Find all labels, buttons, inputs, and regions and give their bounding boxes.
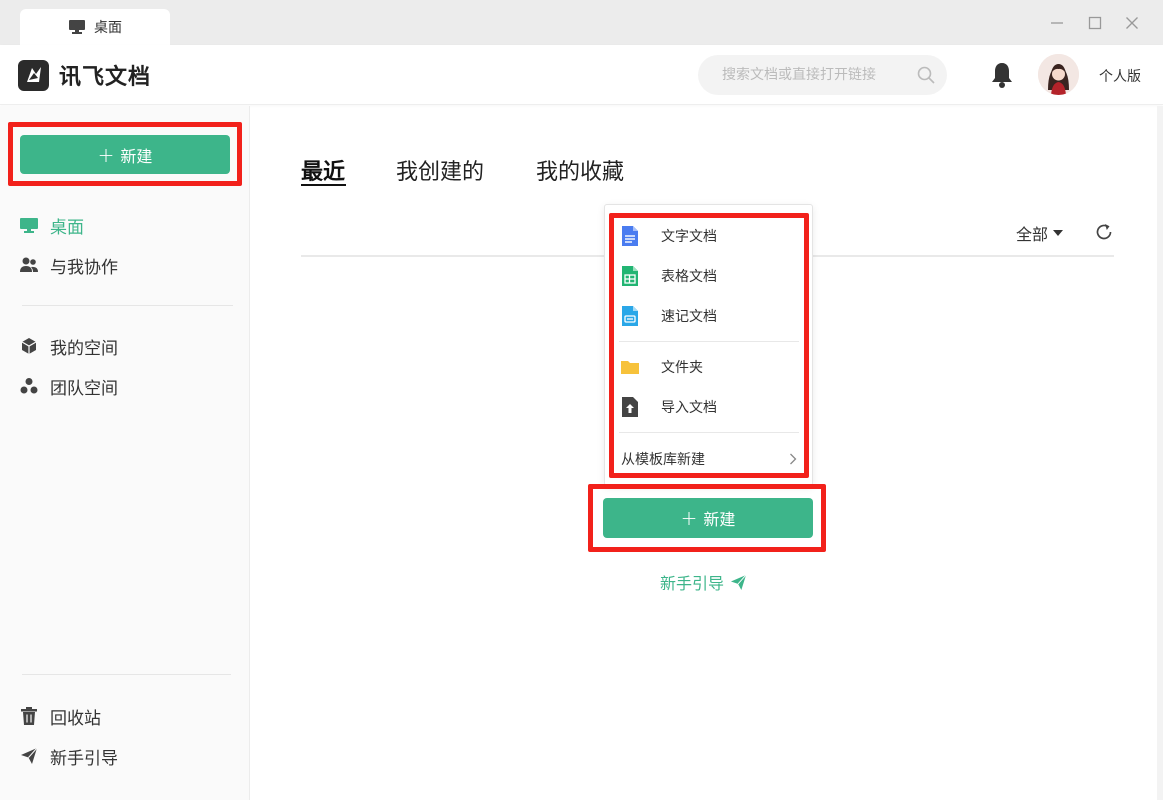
sidebar-item-label: 与我协作 xyxy=(50,257,118,278)
guide-link-label: 新手引导 xyxy=(660,574,725,593)
close-button[interactable] xyxy=(1122,13,1142,33)
sidebar-item-label: 回收站 xyxy=(50,708,101,729)
plus-icon: + xyxy=(680,506,698,530)
highlight-box-menu xyxy=(609,213,809,478)
maximize-icon xyxy=(1088,16,1102,30)
monitor-icon xyxy=(20,218,38,233)
filter-label: 全部 xyxy=(1016,225,1049,244)
app-logo[interactable]: 讯飞文档 xyxy=(18,59,151,91)
search-icon[interactable] xyxy=(916,65,936,85)
monitor-icon xyxy=(69,20,85,34)
main-new-button-label: 新建 xyxy=(703,510,736,529)
main-new-button[interactable]: + 新建 xyxy=(603,498,813,538)
refresh-icon[interactable] xyxy=(1094,222,1114,242)
title-bar: 桌面 xyxy=(0,0,1163,45)
users-icon xyxy=(20,257,38,272)
caret-down-icon xyxy=(1053,230,1064,236)
sidebar-new-button[interactable]: + 新建 xyxy=(20,135,230,174)
scrollbar[interactable] xyxy=(1157,106,1163,800)
logo-mark-icon xyxy=(18,59,49,91)
window-tab[interactable]: 桌面 xyxy=(20,9,170,45)
filter-dropdown[interactable]: 全部 xyxy=(1016,221,1064,245)
app-name: 讯飞文档 xyxy=(59,65,152,90)
sidebar-item-label: 桌面 xyxy=(50,217,84,238)
window-tab-title: 桌面 xyxy=(94,20,122,36)
sidebar-item-guide[interactable]: 新手引导 xyxy=(20,744,118,769)
sidebar-divider xyxy=(22,305,233,306)
maximize-button[interactable] xyxy=(1085,13,1105,33)
user-avatar-icon xyxy=(1038,54,1079,95)
guide-link[interactable]: 新手引导 xyxy=(660,570,747,594)
tab-created-by-me[interactable]: 我创建的 xyxy=(396,154,484,186)
paper-plane-icon xyxy=(21,747,38,764)
sidebar-item-trash[interactable]: 回收站 xyxy=(20,704,101,729)
tab-favorites[interactable]: 我的收藏 xyxy=(536,154,624,186)
sidebar-item-desktop[interactable]: 桌面 xyxy=(20,213,84,238)
cube-icon xyxy=(21,338,37,354)
sidebar-item-team-space[interactable]: 团队空间 xyxy=(20,374,118,399)
sidebar-item-label: 团队空间 xyxy=(50,378,118,399)
sidebar-item-my-space[interactable]: 我的空间 xyxy=(20,334,118,359)
sidebar-item-label: 新手引导 xyxy=(50,748,118,769)
trash-icon xyxy=(21,707,37,725)
paper-plane-icon xyxy=(730,574,747,590)
sidebar-divider xyxy=(22,674,231,675)
close-icon xyxy=(1126,17,1138,29)
minimize-icon xyxy=(1051,22,1063,24)
avatar[interactable] xyxy=(1038,54,1079,95)
team-icon xyxy=(20,378,38,394)
sidebar-item-label: 我的空间 xyxy=(50,338,118,359)
tab-recent[interactable]: 最近 xyxy=(301,154,345,186)
plus-icon: + xyxy=(97,142,115,167)
edition-label[interactable]: 个人版 xyxy=(1099,66,1141,86)
sidebar-item-collaboration[interactable]: 与我协作 xyxy=(20,253,118,278)
search-input[interactable] xyxy=(698,55,947,95)
minimize-button[interactable] xyxy=(1047,13,1067,33)
sidebar-new-button-label: 新建 xyxy=(120,146,153,166)
app-header: 讯飞文档 个人版 xyxy=(0,45,1163,105)
tab-active-indicator xyxy=(301,184,346,186)
bell-icon[interactable] xyxy=(990,61,1014,89)
sidebar: + 新建 桌面 与我协作 我的空间 团队空间 回收站 新手引导 xyxy=(0,106,250,800)
